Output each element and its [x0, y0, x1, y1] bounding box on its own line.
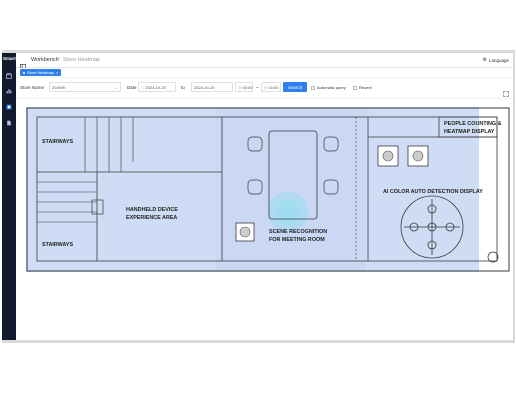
language-label: Language [488, 57, 509, 63]
heatmap-icon[interactable] [6, 104, 12, 110]
automatic-query-label: Automatic query [317, 85, 346, 90]
date-to-label: to [181, 85, 185, 90]
top-bar: Workbench / Store Heatmap ⚙ Language [16, 53, 513, 70]
brand-logo: Smart [3, 56, 16, 61]
label-handheld-1: HANDHELD DEVICE [126, 207, 178, 213]
language-icon: ⚙ [482, 57, 487, 63]
menu-toggle-icon[interactable] [20, 57, 26, 70]
recent-label: Recent [359, 85, 372, 90]
store-icon[interactable] [6, 73, 12, 79]
store-name-label: Store Name [20, 85, 45, 90]
label-scene-1: SCENE RECOGNITION [269, 229, 327, 235]
label-people-1: PEOPLE COUNTING & [444, 121, 502, 127]
breadcrumb-separator: / [58, 57, 60, 63]
chart-icon[interactable] [6, 88, 12, 94]
camera-lens [239, 226, 251, 238]
time-separator: ~ [256, 85, 259, 90]
sidebar: Smart [2, 53, 16, 340]
date-to-value: 2024-10-20 [194, 84, 215, 90]
date-from-input[interactable]: □ 2024-10-20 [138, 82, 176, 92]
heat-overlay-center [216, 107, 366, 272]
recent-checkbox[interactable]: Recent [353, 85, 372, 90]
chevron-down-icon: ⌄ [114, 84, 118, 90]
date-to-input[interactable]: 2024-10-20 [191, 82, 233, 92]
checkbox-box[interactable] [353, 85, 357, 90]
language-switcher[interactable]: ⚙ Language [482, 57, 509, 63]
heatmap-card: STAIRWAYS STAIRWAYS HANDHELD DEVICE EXPE… [16, 99, 513, 340]
store-select[interactable]: 20XWK ⌄ [49, 82, 121, 92]
clock-icon: ◷ [264, 84, 268, 90]
tab-label: Store Heatmap [27, 70, 54, 75]
search-button[interactable]: Search [283, 82, 307, 92]
camera-lens [412, 150, 424, 162]
label-stairways-top: STAIRWAYS [42, 139, 73, 145]
tab-store-heatmap[interactable]: Store Heatmap × [20, 69, 62, 76]
time-from-value: 00:00 [242, 84, 253, 90]
time-to-input[interactable]: ◷ 16:00 [261, 82, 281, 92]
time-to-value: 16:00 [268, 84, 279, 90]
tab-close-icon[interactable]: × [56, 70, 58, 75]
time-from-input[interactable]: ◷ 00:00 [235, 82, 253, 92]
calendar-icon: □ [141, 84, 144, 90]
label-handheld-2: EXPERIENCE AREA [126, 215, 177, 221]
filter-bar: Store Name 20XWK ⌄ Date □ 2024-10-20 to … [16, 78, 513, 98]
breadcrumb-root[interactable]: Workbench [31, 57, 59, 63]
fullscreen-icon[interactable] [503, 84, 509, 97]
heat-hotspot-core [276, 200, 300, 224]
tab-dot-icon [23, 71, 25, 74]
round-display-table [400, 195, 464, 259]
clock-icon: ◷ [238, 84, 242, 90]
automatic-query-checkbox[interactable]: Automatic query [311, 85, 346, 90]
pillar-icon [487, 251, 499, 263]
date-label: Date [127, 85, 137, 90]
label-scene-2: FOR MEETING ROOM [269, 237, 325, 243]
date-from-value: 2024-10-20 [145, 84, 166, 90]
camera-lens [382, 150, 394, 162]
document-icon[interactable] [6, 120, 12, 126]
store-floor-plan: STAIRWAYS STAIRWAYS HANDHELD DEVICE EXPE… [26, 107, 510, 272]
app-window: Smart Workbench / Store Heatmap ⚙ Langua… [2, 53, 513, 340]
label-ai-color: AI COLOR AUTO DETECTION DISPLAY [383, 189, 483, 195]
tab-bar: Store Heatmap × [16, 68, 513, 77]
label-people-2: HEATMAP DISPLAY [444, 129, 495, 135]
label-stairways-bottom: STAIRWAYS [42, 242, 73, 248]
breadcrumb-current: Store Heatmap [63, 57, 100, 63]
checkbox-box[interactable] [311, 85, 315, 90]
store-select-value: 20XWK [52, 84, 66, 90]
